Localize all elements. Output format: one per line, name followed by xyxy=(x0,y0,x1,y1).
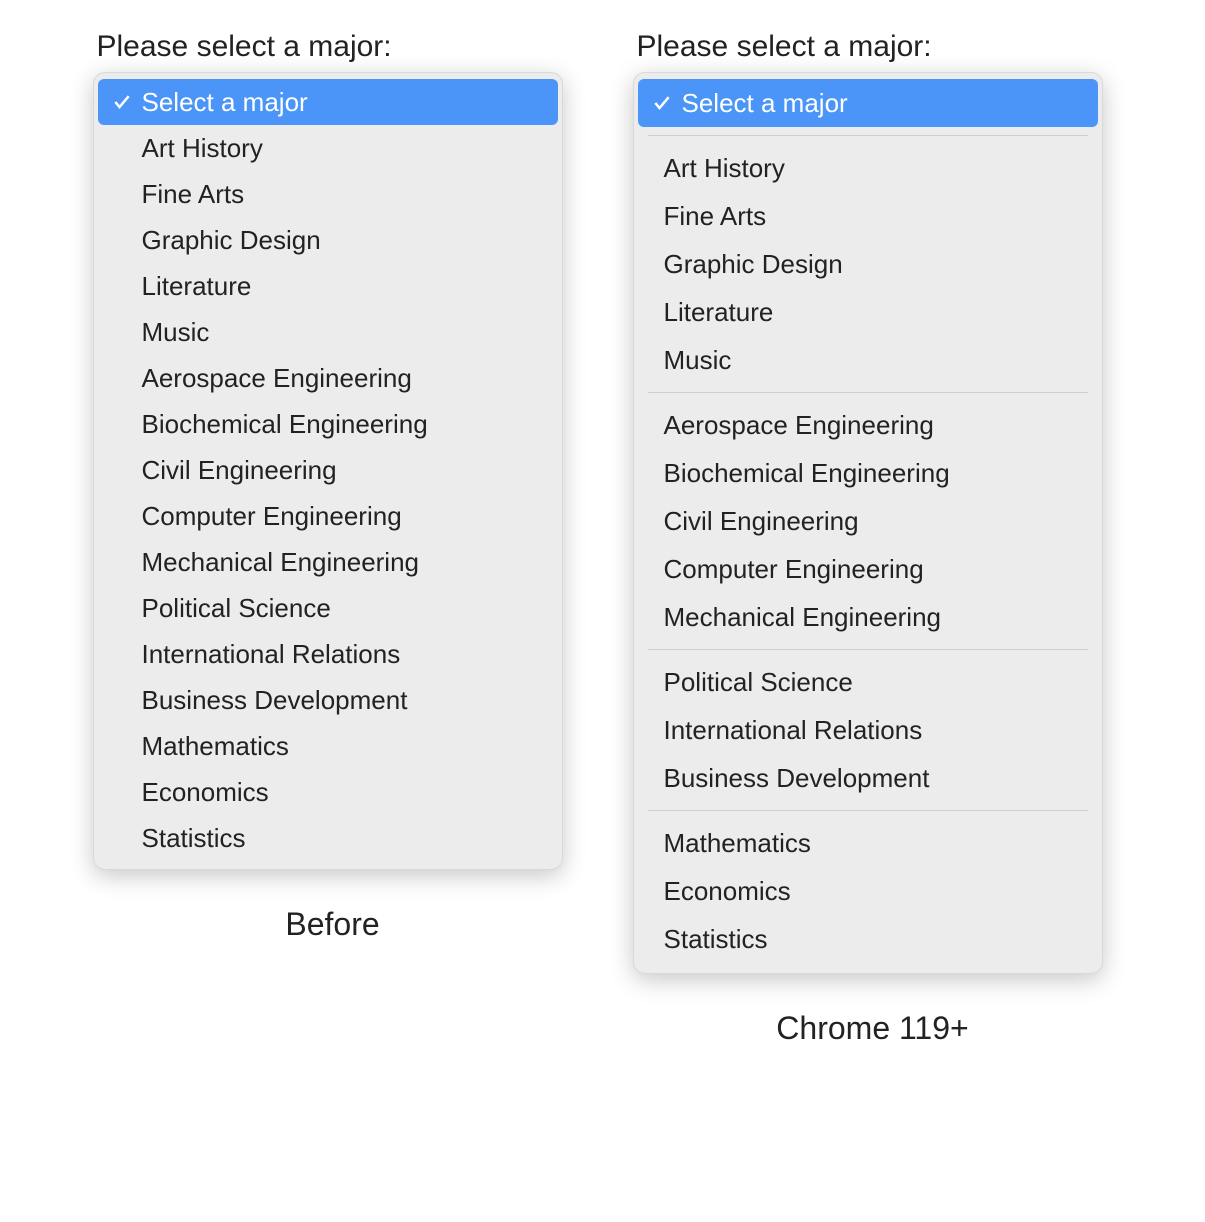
select-option[interactable]: International Relations xyxy=(634,706,1102,754)
select-label: Please select a major: xyxy=(97,30,392,64)
select-option[interactable]: Select a major xyxy=(638,79,1098,127)
caption-before: Before xyxy=(285,906,379,943)
select-option[interactable]: Economics xyxy=(94,769,562,815)
select-option[interactable]: Music xyxy=(634,336,1102,384)
variant-after: Please select a major: Select a major Art… xyxy=(633,30,1113,1047)
checkmark-icon xyxy=(652,93,672,113)
select-option[interactable]: Music xyxy=(94,309,562,355)
option-label: Graphic Design xyxy=(664,249,843,280)
option-label: Civil Engineering xyxy=(664,506,859,537)
select-label: Please select a major: xyxy=(637,30,932,64)
select-option[interactable]: Business Development xyxy=(634,754,1102,802)
select-option[interactable]: Business Development xyxy=(94,677,562,723)
option-label: Fine Arts xyxy=(142,179,245,210)
option-label: Political Science xyxy=(142,593,331,624)
option-label: Art History xyxy=(142,133,263,164)
option-label: Mechanical Engineering xyxy=(664,602,942,633)
select-option[interactable]: Graphic Design xyxy=(94,217,562,263)
select-option[interactable]: Fine Arts xyxy=(634,192,1102,240)
select-option[interactable]: International Relations xyxy=(94,631,562,677)
option-label: Graphic Design xyxy=(142,225,321,256)
select-option[interactable]: Literature xyxy=(94,263,562,309)
select-option[interactable]: Statistics xyxy=(634,915,1102,963)
group-separator xyxy=(648,135,1088,136)
group-separator xyxy=(648,810,1088,811)
select-option[interactable]: Graphic Design xyxy=(634,240,1102,288)
option-label: Art History xyxy=(664,153,785,184)
option-label: Select a major xyxy=(142,87,308,118)
select-option[interactable]: Economics xyxy=(634,867,1102,915)
select-option[interactable]: Art History xyxy=(634,144,1102,192)
select-option[interactable]: Mechanical Engineering xyxy=(94,539,562,585)
select-option[interactable]: Fine Arts xyxy=(94,171,562,217)
select-popup-after[interactable]: Select a major Art History Fine Arts Graphi… xyxy=(633,72,1103,974)
select-option[interactable]: Civil Engineering xyxy=(634,497,1102,545)
option-label: Business Development xyxy=(142,685,408,716)
option-label: Music xyxy=(664,345,732,376)
option-label: Statistics xyxy=(142,823,246,854)
option-label: Aerospace Engineering xyxy=(664,410,934,441)
option-label: Fine Arts xyxy=(664,201,767,232)
select-option[interactable]: Biochemical Engineering xyxy=(94,401,562,447)
option-label: Literature xyxy=(142,271,252,302)
option-label: Statistics xyxy=(664,924,768,955)
select-option[interactable]: Computer Engineering xyxy=(634,545,1102,593)
option-label: Computer Engineering xyxy=(664,554,924,585)
option-label: Biochemical Engineering xyxy=(142,409,428,440)
option-label: Economics xyxy=(664,876,791,907)
select-option[interactable]: Art History xyxy=(94,125,562,171)
option-label: Economics xyxy=(142,777,269,808)
option-label: Computer Engineering xyxy=(142,501,402,532)
option-label: Literature xyxy=(664,297,774,328)
select-option[interactable]: Computer Engineering xyxy=(94,493,562,539)
option-label: Music xyxy=(142,317,210,348)
option-label: International Relations xyxy=(142,639,401,670)
select-option[interactable]: Civil Engineering xyxy=(94,447,562,493)
option-label: Mathematics xyxy=(142,731,289,762)
option-label: Political Science xyxy=(664,667,853,698)
option-label: Mathematics xyxy=(664,828,811,859)
option-label: Mechanical Engineering xyxy=(142,547,420,578)
checkmark-icon xyxy=(112,92,132,112)
option-label: Civil Engineering xyxy=(142,455,337,486)
group-separator xyxy=(648,392,1088,393)
select-option[interactable]: Select a major xyxy=(98,79,558,125)
select-popup-before[interactable]: Select a major Art History Fine Arts Graphi… xyxy=(93,72,563,870)
variant-before: Please select a major: Select a major Art… xyxy=(93,30,573,943)
select-option[interactable]: Mathematics xyxy=(94,723,562,769)
select-option[interactable]: Literature xyxy=(634,288,1102,336)
select-option[interactable]: Political Science xyxy=(634,658,1102,706)
option-label: Select a major xyxy=(682,88,848,119)
group-separator xyxy=(648,649,1088,650)
option-label: Aerospace Engineering xyxy=(142,363,412,394)
option-label: Business Development xyxy=(664,763,930,794)
select-option[interactable]: Statistics xyxy=(94,815,562,861)
option-label: International Relations xyxy=(664,715,923,746)
option-label: Biochemical Engineering xyxy=(664,458,950,489)
select-option[interactable]: Mechanical Engineering xyxy=(634,593,1102,641)
select-option[interactable]: Aerospace Engineering xyxy=(634,401,1102,449)
select-option[interactable]: Political Science xyxy=(94,585,562,631)
select-option[interactable]: Biochemical Engineering xyxy=(634,449,1102,497)
caption-after: Chrome 119+ xyxy=(776,1010,968,1047)
select-option[interactable]: Aerospace Engineering xyxy=(94,355,562,401)
select-option[interactable]: Mathematics xyxy=(634,819,1102,867)
